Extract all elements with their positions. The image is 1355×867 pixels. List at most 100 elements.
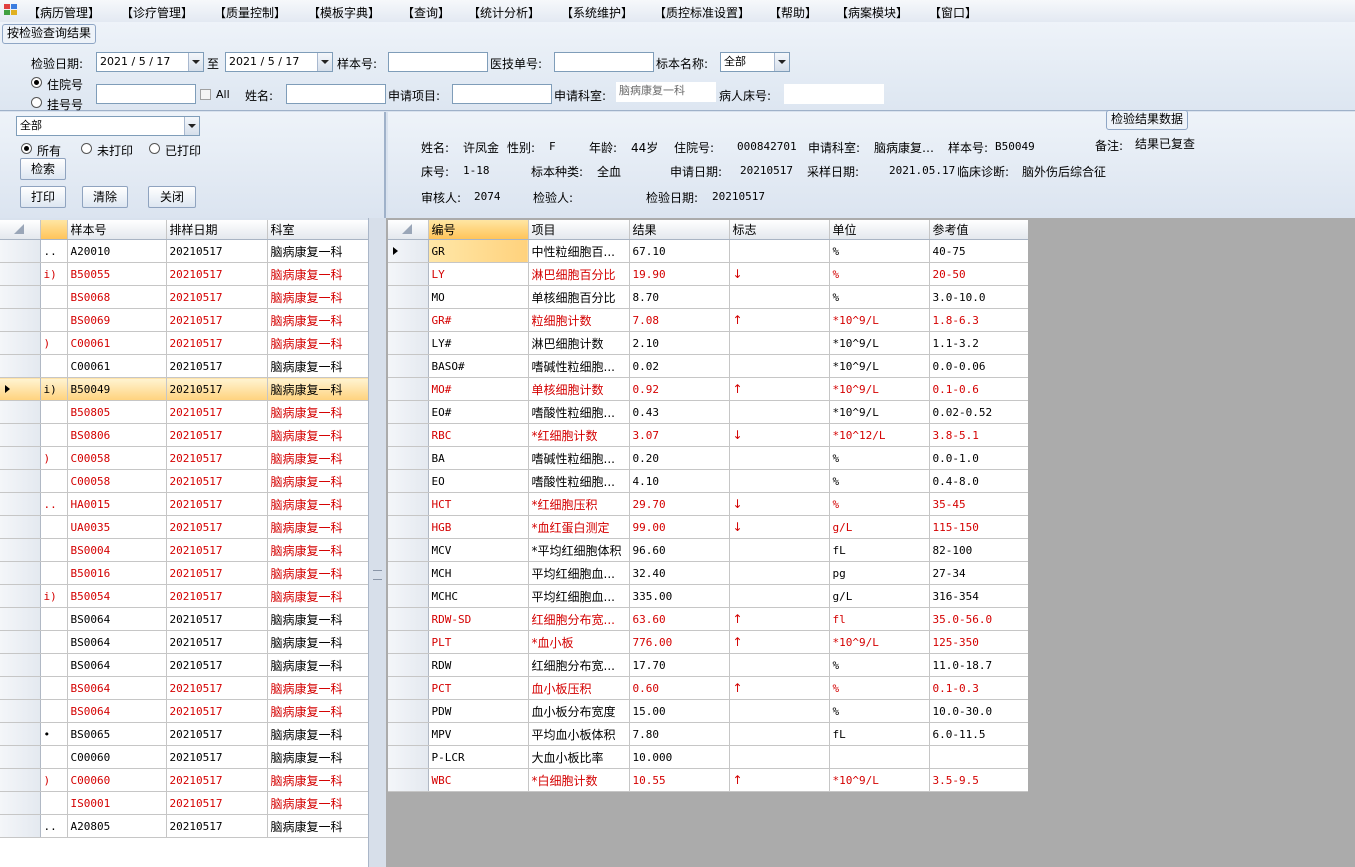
code-cell[interactable]: PLT — [428, 630, 529, 654]
row-header[interactable] — [388, 676, 429, 700]
result-cell[interactable]: 3.07 — [629, 423, 730, 447]
row-header[interactable] — [388, 722, 429, 746]
sample-no-cell[interactable]: C00058 — [67, 469, 167, 493]
sample-row[interactable]: BS0064 20210517 脑病康复一科 — [0, 653, 368, 677]
result-cell[interactable]: 15.00 — [629, 699, 730, 723]
sort-date-cell[interactable]: 20210517 — [166, 814, 268, 838]
code-cell[interactable]: MO — [428, 285, 529, 309]
radio-printed[interactable] — [149, 143, 160, 154]
result-row[interactable]: GR 中性粒细胞百... 67.10% 40-75 — [388, 239, 1028, 263]
sort-date-cell[interactable]: 20210517 — [166, 768, 268, 792]
sort-date-cell[interactable]: 20210517 — [166, 354, 268, 378]
flag-header[interactable]: 标志 — [729, 220, 830, 240]
dept-cell[interactable]: 脑病康复一科 — [267, 331, 368, 355]
result-cell[interactable]: 0.43 — [629, 400, 730, 424]
result-row[interactable]: P-LCR 大血小板比率 10.000 — [388, 745, 1028, 769]
dept-cell[interactable]: 脑病康复一科 — [267, 745, 368, 769]
dept-cell[interactable]: 脑病康复一科 — [267, 377, 368, 401]
row-header[interactable] — [388, 768, 429, 792]
row-header[interactable] — [0, 722, 41, 746]
code-cell[interactable]: P-LCR — [428, 745, 529, 769]
dept-cell[interactable]: 脑病康复一科 — [267, 354, 368, 378]
sample-no-cell[interactable]: IS0001 — [67, 791, 167, 815]
sample-row[interactable]: • BS0065 20210517 脑病康复一科 — [0, 722, 368, 746]
item-cell[interactable]: 嗜酸性粒细胞... — [528, 469, 630, 493]
menu-system-maintenance[interactable]: 【系统维护】 — [561, 4, 633, 21]
sample-no-cell[interactable]: BS0064 — [67, 676, 167, 700]
result-row[interactable]: MO# 单核细胞计数 0.92 ↑ *10^9/L 0.1-0.6 — [388, 377, 1028, 401]
item-cell[interactable]: 红细胞分布宽... — [528, 653, 630, 677]
code-cell[interactable]: RDW — [428, 653, 529, 677]
item-cell[interactable]: *红细胞计数 — [528, 423, 630, 447]
sample-no-cell[interactable]: B50016 — [67, 561, 167, 585]
sample-row[interactable]: B50016 20210517 脑病康复一科 — [0, 561, 368, 585]
sample-row[interactable]: ) C00058 20210517 脑病康复一科 — [0, 446, 368, 470]
menu-quality-control[interactable]: 【质量控制】 — [214, 4, 286, 21]
sample-row[interactable]: ) C00061 20210517 脑病康复一科 — [0, 331, 368, 355]
code-cell[interactable]: GR — [428, 239, 529, 263]
menu-case-module[interactable]: 【病案模块】 — [836, 4, 908, 21]
code-cell[interactable]: HCT — [428, 492, 529, 516]
row-header[interactable] — [0, 285, 41, 309]
result-row[interactable]: PLT *血小板 776.00 ↑ *10^9/L 125-350 — [388, 630, 1028, 654]
item-cell[interactable]: 嗜酸性粒细胞... — [528, 400, 630, 424]
menu-window[interactable]: 【窗口】 — [929, 4, 977, 21]
sort-date-cell[interactable]: 20210517 — [166, 538, 268, 562]
row-header[interactable] — [0, 584, 41, 608]
dept-cell[interactable]: 脑病康复一科 — [267, 584, 368, 608]
result-row[interactable]: PDW 血小板分布宽度 15.00% 10.0-30.0 — [388, 699, 1028, 723]
print-filter-dropdown-icon[interactable] — [184, 117, 199, 135]
splitter-grip-icon[interactable] — [373, 570, 382, 580]
item-cell[interactable]: *血红蛋白测定 — [528, 515, 630, 539]
row-header[interactable] — [388, 400, 429, 424]
sample-row[interactable]: BS0064 20210517 脑病康复一科 — [0, 699, 368, 723]
result-cell[interactable]: 99.00 — [629, 515, 730, 539]
row-header[interactable] — [0, 768, 41, 792]
sample-no-cell[interactable]: B50805 — [67, 400, 167, 424]
sample-no-input[interactable] — [388, 52, 488, 72]
dept-cell[interactable]: 脑病康复一科 — [267, 676, 368, 700]
dept-cell[interactable]: 脑病康复一科 — [267, 262, 368, 286]
result-cell[interactable]: 67.10 — [629, 239, 730, 263]
sample-no-cell[interactable]: A20805 — [67, 814, 167, 838]
code-cell[interactable]: EO — [428, 469, 529, 493]
menu-medical-record[interactable]: 【病历管理】 — [28, 4, 100, 21]
radio-unprinted[interactable] — [81, 143, 92, 154]
dept-cell[interactable]: 脑病康复一科 — [267, 423, 368, 447]
sample-no-header[interactable]: 样本号 — [67, 220, 167, 240]
item-cell[interactable]: 嗜碱性粒细胞... — [528, 446, 630, 470]
sample-no-cell[interactable]: BS0064 — [67, 699, 167, 723]
item-cell[interactable]: 嗜碱性粒细胞... — [528, 354, 630, 378]
sample-no-cell[interactable]: BS0068 — [67, 285, 167, 309]
row-header[interactable] — [388, 515, 429, 539]
sample-row[interactable]: BS0064 20210517 脑病康复一科 — [0, 630, 368, 654]
result-row[interactable]: MPV 平均血小板体积 7.80 fL 6.0-11.5 — [388, 722, 1028, 746]
sort-date-cell[interactable]: 20210517 — [166, 331, 268, 355]
sample-row[interactable]: B50805 20210517 脑病康复一科 — [0, 400, 368, 424]
sample-no-cell[interactable]: C00060 — [67, 745, 167, 769]
row-header[interactable] — [388, 446, 429, 470]
splitter[interactable] — [368, 218, 387, 867]
result-cell[interactable]: 32.40 — [629, 561, 730, 585]
dept-cell[interactable]: 脑病康复一科 — [267, 400, 368, 424]
date-from-dropdown-icon[interactable] — [188, 53, 203, 71]
sample-row[interactable]: C00058 20210517 脑病康复一科 — [0, 469, 368, 493]
sample-row[interactable]: BS0806 20210517 脑病康复一科 — [0, 423, 368, 447]
code-cell[interactable]: MCH — [428, 561, 529, 585]
code-cell[interactable]: MCHC — [428, 584, 529, 608]
result-cell[interactable]: 8.70 — [629, 285, 730, 309]
row-header[interactable] — [388, 699, 429, 723]
sample-row[interactable]: ) C00060 20210517 脑病康复一科 — [0, 768, 368, 792]
sort-date-cell[interactable]: 20210517 — [166, 239, 268, 263]
sample-row[interactable]: BS0068 20210517 脑病康复一科 — [0, 285, 368, 309]
row-header[interactable] — [0, 791, 41, 815]
sample-no-cell[interactable]: UA0035 — [67, 515, 167, 539]
result-cell[interactable]: 19.90 — [629, 262, 730, 286]
result-grid[interactable]: 编号 项目 结果 标志 单位 参考值 GR 中性粒细胞百... 67.10% 40-7… — [388, 220, 1028, 792]
sample-no-cell[interactable]: BS0064 — [67, 653, 167, 677]
sort-date-cell[interactable]: 20210517 — [166, 400, 268, 424]
result-cell[interactable]: 10.000 — [629, 745, 730, 769]
sample-row[interactable]: C00060 20210517 脑病康复一科 — [0, 745, 368, 769]
row-header[interactable] — [0, 745, 41, 769]
result-row[interactable]: LY# 淋巴细胞计数 2.10 *10^9/L 1.1-3.2 — [388, 331, 1028, 355]
